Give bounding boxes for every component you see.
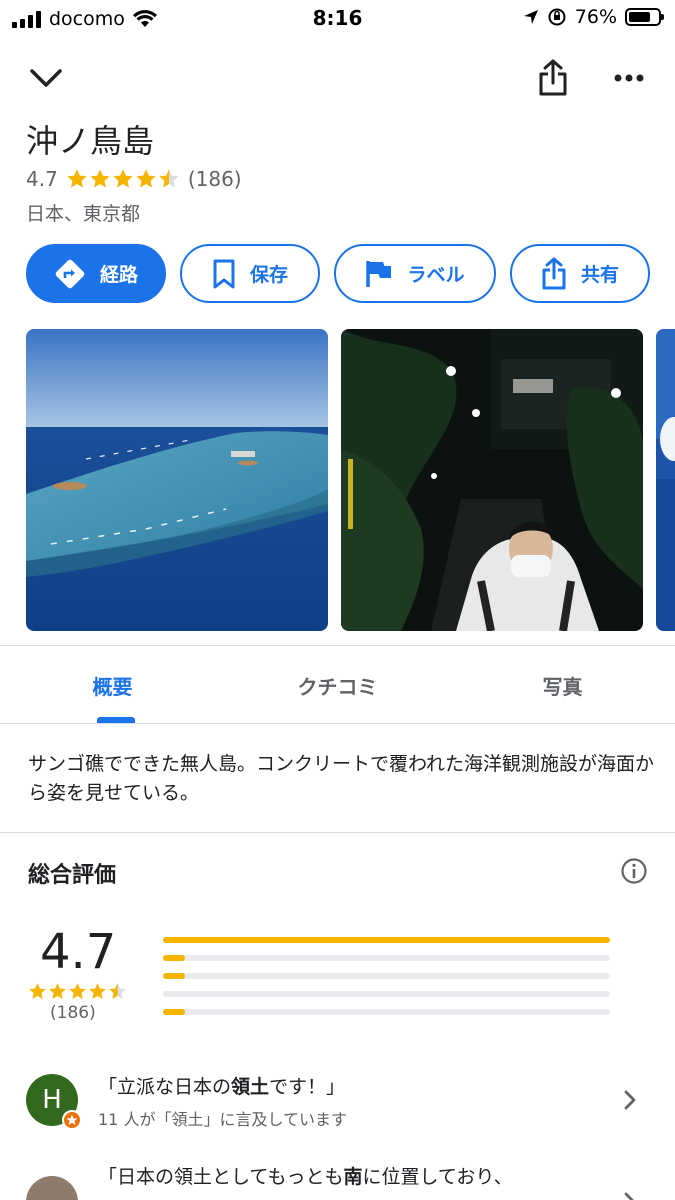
- rating-bar-3: [163, 973, 610, 979]
- night-street-photo[interactable]: [341, 329, 643, 631]
- quote-keyword: 南: [343, 1166, 363, 1188]
- battery-icon: [625, 8, 664, 26]
- battery-percent: 76%: [574, 6, 617, 28]
- review-topic-item[interactable]: 「日本の領土としてもっとも南に位置しており、: [0, 1158, 675, 1200]
- more-horizontal-icon: [614, 74, 644, 82]
- chevron-right-icon: [624, 1192, 634, 1200]
- quote-text: に位置しており、: [362, 1166, 513, 1188]
- star-icon: [109, 983, 126, 999]
- review-topic-item[interactable]: H 「立派な日本の領土です！」 11 人が「領土」に言及しています: [0, 1068, 675, 1132]
- top-nav: [0, 50, 675, 110]
- label-label: ラベル: [407, 264, 465, 286]
- rating-stars: [66, 168, 180, 190]
- rating-row[interactable]: 4.7 (186): [26, 167, 242, 191]
- battery-fill: [629, 12, 651, 22]
- share-button[interactable]: 共有: [510, 244, 650, 303]
- quote-text: 「立派な日本の: [98, 1076, 232, 1098]
- directions-icon: [55, 259, 85, 288]
- star-icon: [67, 169, 87, 188]
- place-location: 日本、東京都: [26, 203, 141, 225]
- review-count: (186): [187, 167, 242, 191]
- star-icon: [113, 169, 133, 188]
- orientation-lock-icon: [548, 8, 566, 26]
- tab-photos[interactable]: 写真: [450, 646, 675, 724]
- flag-icon: [366, 260, 392, 287]
- chevron-right-icon: [624, 1090, 636, 1110]
- star-icon: [69, 983, 86, 999]
- status-bar: docomo 8:16 76%: [0, 0, 675, 36]
- topic-quote: 「立派な日本の領土です！」: [98, 1072, 345, 1099]
- star-icon: [49, 983, 66, 999]
- quote-text: です！」: [269, 1076, 346, 1098]
- chevron-down-icon: [30, 69, 62, 87]
- tabs-bottom-divider: [0, 723, 675, 724]
- topic-quote: 「日本の領土としてもっとも南に位置しており、: [98, 1162, 513, 1189]
- share-top-button[interactable]: [529, 54, 577, 102]
- star-icon: [159, 169, 179, 188]
- rating-distribution: [163, 937, 610, 1027]
- rating-summary-title: 総合評価: [28, 863, 117, 888]
- rating-bar-4: [163, 955, 610, 961]
- directions-button[interactable]: 経路: [26, 244, 166, 303]
- share-icon: [539, 59, 567, 96]
- rating-bar-1: [163, 1009, 610, 1015]
- star-icon: [136, 169, 156, 188]
- directions-label: 経路: [99, 264, 138, 286]
- rating-bar-fill: [163, 937, 610, 943]
- rating-bar-fill: [163, 973, 186, 979]
- aerial-reef-photo[interactable]: [26, 329, 328, 631]
- collapse-button[interactable]: [22, 54, 70, 102]
- label-button[interactable]: ラベル: [334, 244, 496, 303]
- section-divider: [0, 832, 675, 833]
- action-buttons: 経路 保存 ラベル 共有: [26, 244, 650, 303]
- quote-keyword: 領土: [231, 1076, 270, 1098]
- local-guide-badge-icon: [62, 1110, 82, 1130]
- avatar: H: [26, 1074, 82, 1130]
- share-icon: [542, 257, 566, 289]
- avatar-letter: H: [42, 1085, 62, 1115]
- more-options-button[interactable]: [605, 54, 653, 102]
- save-label: 保存: [249, 264, 288, 286]
- summary-review-count: (186): [50, 1003, 96, 1023]
- star-icon: [29, 983, 46, 999]
- status-right: 76%: [523, 6, 664, 28]
- share-label: 共有: [580, 264, 619, 286]
- rating-bar-fill: [163, 1009, 186, 1015]
- save-button[interactable]: 保存: [180, 244, 320, 303]
- topic-mentions: 11 人が「領土」に言及しています: [98, 1110, 347, 1129]
- avatar: [26, 1176, 78, 1200]
- location-arrow-icon: [523, 10, 538, 24]
- summary-stars: [28, 982, 127, 1001]
- star-icon: [90, 169, 110, 188]
- photo-carousel[interactable]: [26, 329, 675, 631]
- tab-reviews[interactable]: クチコミ: [225, 646, 450, 724]
- star-icon: [89, 983, 106, 999]
- sky-photo-partial[interactable]: [656, 329, 675, 631]
- summary-rating-value: 4.7: [40, 924, 117, 980]
- rating-bar-5: [163, 937, 610, 943]
- tab-overview[interactable]: 概要: [0, 646, 225, 724]
- tab-bar: 概要 クチコミ 写真: [0, 646, 675, 724]
- place-description: サンゴ礁でできた無人島。コンクリートで覆われた海洋観測施設が海面から姿を見せてい…: [28, 753, 655, 804]
- place-title: 沖ノ鳥島: [26, 122, 155, 160]
- rating-bar-2: [163, 991, 610, 997]
- info-icon[interactable]: [620, 857, 648, 885]
- rating-bar-fill: [163, 955, 186, 961]
- rating-value: 4.7: [26, 167, 58, 191]
- bookmark-icon: [213, 259, 235, 288]
- quote-text: 「日本の領土としてもっとも: [98, 1166, 344, 1188]
